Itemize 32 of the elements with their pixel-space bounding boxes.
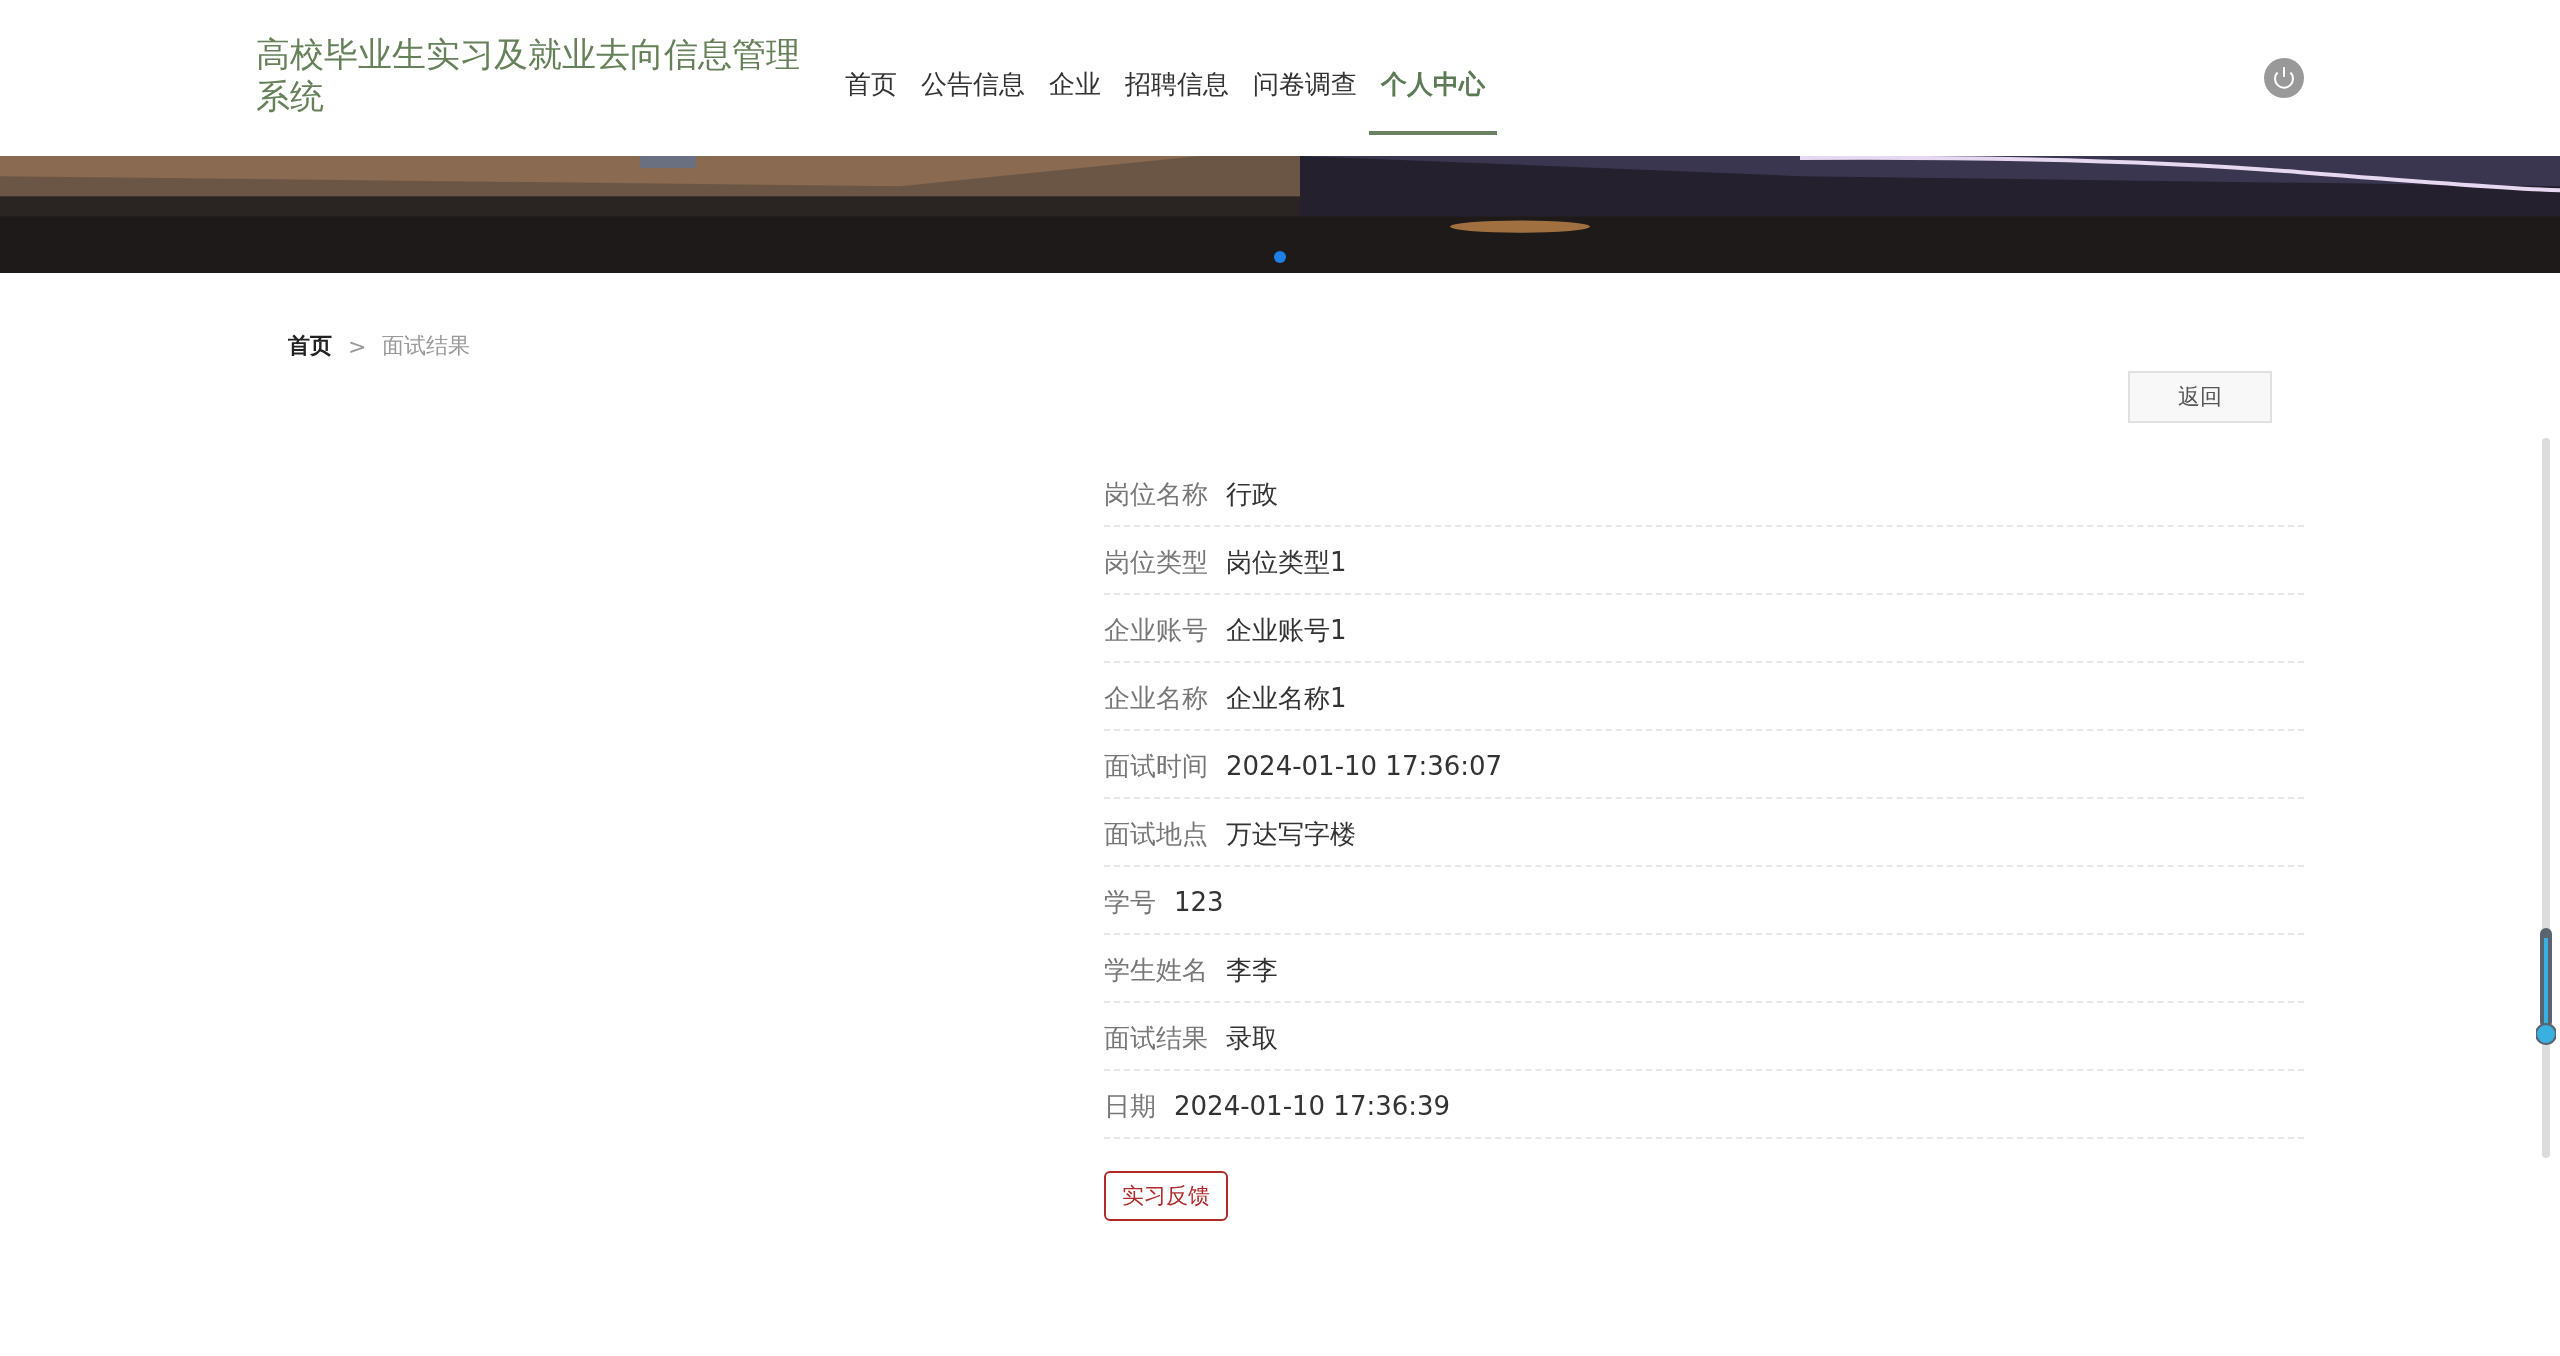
field-label: 岗位名称 <box>1104 477 1208 511</box>
field-value: 行政 <box>1226 477 1278 511</box>
field-value: 企业名称1 <box>1226 681 1347 715</box>
field-label: 学生姓名 <box>1104 953 1208 987</box>
nav-tab[interactable]: 招聘信息 <box>1113 21 1241 135</box>
nav-tab[interactable]: 企业 <box>1037 21 1113 135</box>
field-value: 万达写字楼 <box>1226 817 1356 851</box>
field-label: 企业名称 <box>1104 681 1208 715</box>
breadcrumb-separator: > <box>348 333 367 359</box>
field-value: 岗位类型1 <box>1226 545 1347 579</box>
power-icon[interactable] <box>2264 58 2304 98</box>
field-label: 企业账号 <box>1104 613 1208 647</box>
breadcrumb-link[interactable]: 首页 <box>288 331 332 361</box>
back-button[interactable]: 返回 <box>2128 371 2272 423</box>
field-value: 企业账号1 <box>1226 613 1347 647</box>
site-title: 高校毕业生实习及就业去向信息管理系统 <box>256 33 801 117</box>
field-label: 面试时间 <box>1104 749 1208 783</box>
nav-tab[interactable]: 公告信息 <box>909 21 1037 135</box>
nav-tab[interactable]: 首页 <box>833 21 909 135</box>
field-label: 日期 <box>1104 1089 1156 1123</box>
field-label: 岗位类型 <box>1104 545 1208 579</box>
field-label: 面试地点 <box>1104 817 1208 851</box>
field-value: 李李 <box>1226 953 1278 987</box>
field-value: 2024-01-10 17:36:07 <box>1226 751 1503 781</box>
field-value: 123 <box>1174 887 1224 917</box>
field-value: 录取 <box>1226 1021 1278 1055</box>
field-label: 面试结果 <box>1104 1021 1208 1055</box>
field-label: 学号 <box>1104 885 1156 919</box>
nav-tab[interactable]: 个人中心 <box>1369 21 1497 135</box>
feedback-button[interactable]: 实习反馈 <box>1104 1171 1228 1221</box>
field-value: 2024-01-10 17:36:39 <box>1174 1091 1451 1121</box>
nav-tab[interactable]: 问卷调查 <box>1241 21 1369 135</box>
